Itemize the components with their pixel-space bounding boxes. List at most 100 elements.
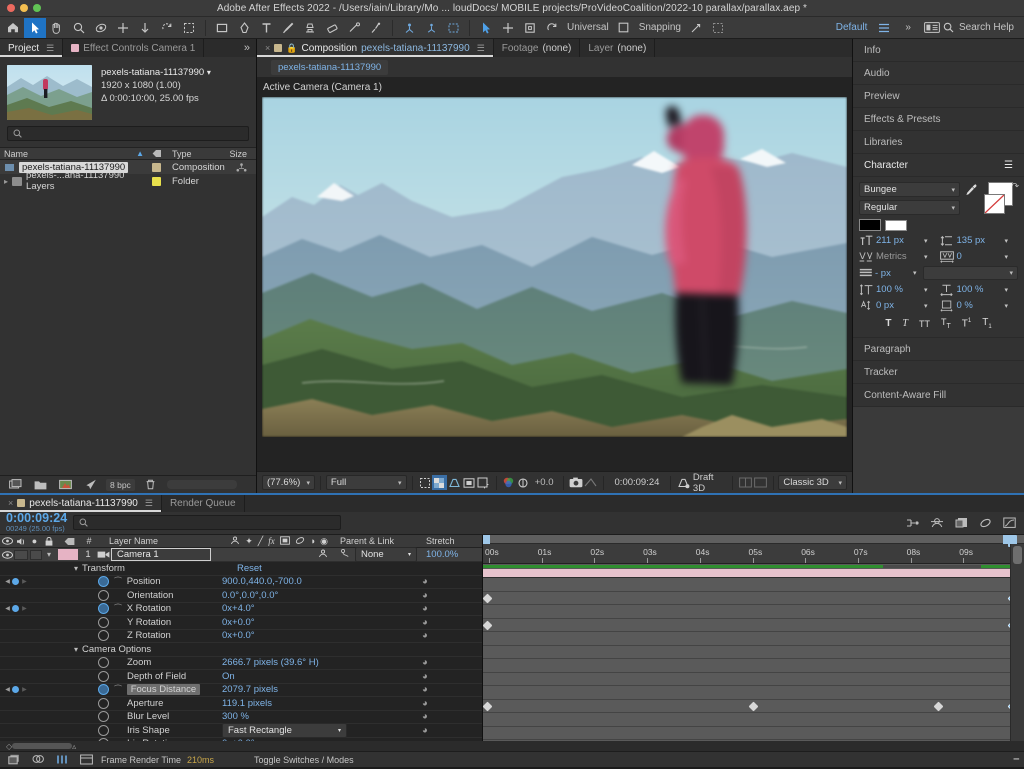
tab-layer[interactable]: Layer (none): [580, 39, 656, 57]
orientation-stopwatch-icon[interactable]: [98, 589, 109, 601]
interpret-footage-icon[interactable]: [6, 476, 24, 494]
new-composition-icon[interactable]: [56, 476, 74, 494]
current-timecode[interactable]: 0:00:09:24: [609, 477, 666, 488]
dock-item-libraries[interactable]: Libraries: [853, 131, 1024, 154]
position-expression-icon[interactable]: ◕: [422, 576, 482, 587]
breadcrumb[interactable]: pexels-tatiana-11137990: [271, 59, 389, 75]
layer-parent-select[interactable]: None ▾: [355, 547, 417, 563]
position-graph-icon[interactable]: ⏜: [109, 577, 127, 587]
property-row-aperture[interactable]: Aperture 119.1 pixels ◕: [0, 697, 482, 711]
dock-item-info[interactable]: Info: [853, 39, 1024, 62]
camera-layer-bar[interactable]: [483, 569, 1010, 578]
tab-footage[interactable]: Footage (none): [493, 39, 581, 57]
font-style-select[interactable]: Regular ▾: [859, 200, 960, 215]
bold-icon[interactable]: T: [885, 318, 891, 329]
timeline-layer-row[interactable]: ▾ 1 Camera 1 None ▾ 100.0%: [0, 547, 482, 563]
project-row-name-cell[interactable]: ▸ pexels-...ana-11137990 Layers: [0, 170, 148, 192]
z-rotation-expression-icon[interactable]: ◕: [422, 630, 482, 641]
project-row-label[interactable]: [148, 160, 168, 174]
dock-item-preview[interactable]: Preview: [853, 85, 1024, 108]
screen-layout-icon[interactable]: [921, 18, 943, 38]
work-area-bar[interactable]: [483, 535, 1024, 545]
layer-bar-track[interactable]: [483, 564, 1024, 579]
universal-label[interactable]: Universal: [563, 18, 613, 38]
snapping-checkbox-icon[interactable]: [613, 18, 635, 38]
timeline-vertical-scrollbar[interactable]: [1010, 544, 1024, 742]
brush-tool-icon[interactable]: [277, 18, 299, 38]
property-value[interactable]: 2079.7 pixels: [222, 684, 422, 695]
puppet-pin-tool-icon[interactable]: [365, 18, 387, 38]
vertical-scale-field[interactable]: 100 % ▾: [859, 283, 938, 296]
keyframe-track-row[interactable]: [483, 686, 1024, 700]
column-name[interactable]: Name ▲: [0, 149, 148, 159]
draft-3d-label[interactable]: Draft 3D: [691, 472, 727, 494]
keyframe-nav-focus-distance[interactable]: ◀ ▶: [0, 686, 28, 694]
timeline-ruler[interactable]: 00s 01s 02s 03s 04s 05s 06s 07s 08s 09s: [483, 544, 1024, 565]
rotate-mode-icon[interactable]: [541, 18, 563, 38]
zoom-expression-icon[interactable]: ◕: [422, 657, 482, 668]
selection-mode-icon[interactable]: [475, 18, 497, 38]
enable-motion-blur-icon[interactable]: [976, 514, 994, 532]
region-of-interest-toggle-icon[interactable]: [417, 475, 432, 490]
layer-shy-toggle-icon[interactable]: [318, 549, 328, 561]
iris-rotation-stopwatch-icon[interactable]: [98, 738, 109, 742]
project-settings-icon[interactable]: [81, 476, 99, 494]
workspace-overflow[interactable]: »: [895, 18, 921, 38]
minimize-window-icon[interactable]: [20, 4, 28, 12]
renderer-select[interactable]: Classic 3D ▾: [778, 475, 847, 490]
keyframe-nav-position[interactable]: ◀ ▶: [0, 578, 28, 586]
superscript-icon[interactable]: T1: [962, 318, 971, 329]
resolution-select[interactable]: Full ▾: [325, 475, 407, 490]
hide-shy-layers-icon[interactable]: [928, 514, 946, 532]
italic-icon[interactable]: T: [902, 318, 908, 329]
tab-composition[interactable]: × 🔒 Composition pexels-tatiana-11137990 …: [257, 39, 494, 57]
zoom-level-select[interactable]: (77.6%) ▾: [262, 475, 316, 490]
camera-options-expand-icon[interactable]: ▾: [74, 645, 82, 654]
scroll-thumb[interactable]: [1013, 546, 1022, 565]
composition-mini-flowchart-icon[interactable]: [904, 514, 922, 532]
panel-overflow-icon[interactable]: »: [238, 39, 256, 57]
tsume-field[interactable]: 0 % ▾: [940, 299, 1019, 312]
character-panel-menu-icon[interactable]: ☰: [1004, 160, 1013, 171]
layer-parent-cell[interactable]: None ▾: [334, 547, 422, 563]
font-size-field[interactable]: 211 px ▾: [859, 234, 938, 247]
project-search-input[interactable]: [7, 126, 249, 141]
search-help-group[interactable]: Search Help: [943, 22, 1020, 33]
small-caps-icon[interactable]: TT: [941, 317, 951, 330]
snap-corner-icon[interactable]: [685, 18, 707, 38]
maximize-window-icon[interactable]: [33, 4, 41, 12]
pen-tool-icon[interactable]: [233, 18, 255, 38]
leading-field[interactable]: 135 px ▾: [940, 234, 1019, 247]
column-type[interactable]: Type: [168, 149, 221, 159]
layer-name-field[interactable]: Camera 1: [111, 548, 211, 562]
property-row-transform[interactable]: ▾ Transform Reset: [0, 562, 482, 576]
close-timeline-tab-icon[interactable]: ×: [8, 498, 13, 508]
dock-item-audio[interactable]: Audio: [853, 62, 1024, 85]
property-value[interactable]: 0x+0.0°: [222, 630, 422, 641]
property-value[interactable]: 0x+4.0°: [222, 603, 422, 614]
fill-swatch-white[interactable]: [885, 219, 907, 231]
region-of-interest-icon[interactable]: [178, 18, 200, 38]
property-row-position[interactable]: ◀ ▶ ⏜ Position 900.0,440.0,-700.0 ◕: [0, 576, 482, 590]
depth-of-field-expression-icon[interactable]: ◕: [422, 671, 482, 682]
extended-viewer-icon[interactable]: [738, 475, 753, 490]
property-row-camera-options[interactable]: ▾ Camera Options: [0, 643, 482, 657]
mask-preview-toggle-icon[interactable]: [461, 475, 476, 490]
graph-editor-icon[interactable]: [1000, 514, 1018, 532]
y-rotation-expression-icon[interactable]: ◕: [422, 617, 482, 628]
aperture-expression-icon[interactable]: ◕: [422, 698, 482, 709]
blur-level-stopwatch-icon[interactable]: [98, 711, 109, 723]
table-row[interactable]: ▸ pexels-...ana-11137990 Layers Folder: [0, 170, 256, 192]
timeline-search-input[interactable]: [73, 515, 342, 531]
selection-tool-icon[interactable]: [24, 17, 46, 38]
type-tool-icon[interactable]: [255, 18, 277, 38]
aperture-stopwatch-icon[interactable]: [98, 697, 109, 709]
blur-level-expression-icon[interactable]: ◕: [422, 711, 482, 722]
bit-depth-label[interactable]: 8 bpc: [106, 478, 135, 491]
property-row-x-rotation[interactable]: ◀ ▶ ⏜ X Rotation 0x+4.0° ◕: [0, 603, 482, 617]
zoom-in-icon[interactable]: ▵: [72, 742, 76, 751]
timeline-menu-icon[interactable]: ☰: [145, 498, 153, 509]
property-value[interactable]: 0.0°,0.0°,0.0°: [222, 590, 422, 601]
focus-distance-graph-icon[interactable]: ⏜: [109, 685, 127, 695]
layer-video-toggle-icon[interactable]: [0, 550, 14, 559]
